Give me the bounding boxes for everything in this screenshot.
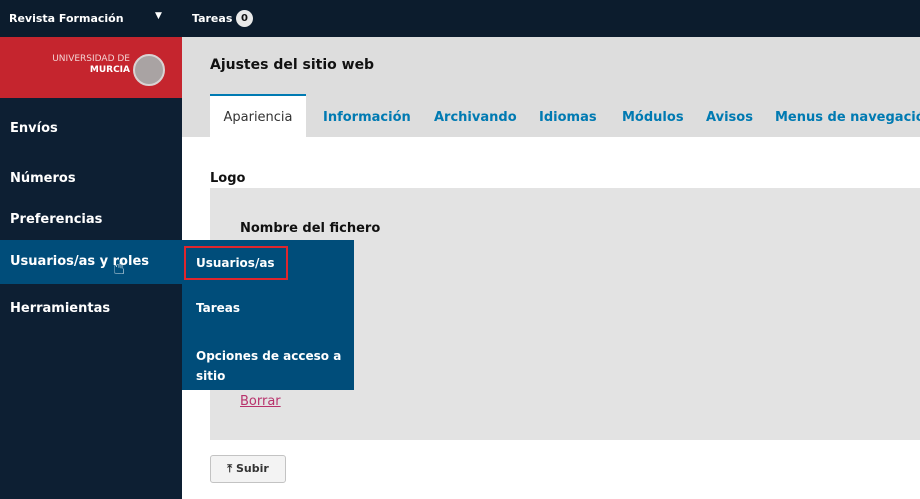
users-roles-submenu: Usuarios/as Tareas Opciones de acceso a … [182,240,354,390]
submenu-item-usuarios[interactable]: Usuarios/as [196,253,275,273]
sidebar-item-usuarios-roles[interactable]: Usuarios/as y roles [0,240,182,284]
sidebar-item-envios[interactable]: Envíos [0,119,182,139]
page-header: Ajustes del sitio web Apariencia Informa… [182,37,920,139]
delete-link[interactable]: Borrar [240,394,281,409]
tasks-link[interactable]: Tareas [192,0,232,37]
sidebar-item-numeros[interactable]: Números [0,169,182,189]
tab-modulos[interactable]: Módulos [622,96,684,139]
tab-menus-navegacion[interactable]: Menus de navegación [775,96,920,139]
submenu-item-tareas[interactable]: Tareas [196,298,240,318]
tab-apariencia[interactable]: Apariencia [210,94,306,139]
upload-button-label: Subir [235,462,269,475]
filename-label: Nombre del fichero [240,221,381,236]
sidebar-item-preferencias[interactable]: Preferencias [0,210,182,230]
tab-idiomas[interactable]: Idiomas [539,96,597,139]
tab-archivando[interactable]: Archivando [434,96,517,139]
caret-down-icon[interactable]: ▼ [155,11,162,21]
tab-avisos[interactable]: Avisos [706,96,753,139]
submenu-item-opciones-acceso[interactable]: Opciones de acceso a sitio [196,346,346,386]
upload-button[interactable]: ⤒ Subir [210,455,286,483]
journal-switcher[interactable]: Revista Formación [9,0,124,37]
section-title-logo: Logo [210,171,246,186]
hand-pointer-icon: ☝ [113,255,126,279]
university-seal-icon [133,54,165,86]
tasks-count-badge: 0 [236,10,253,27]
logo-line-2: MURCIA [89,65,130,75]
upload-icon: ⤒ [227,462,233,475]
page-title: Ajustes del sitio web [210,57,375,73]
university-logo[interactable]: UNIVERSIDAD DE MURCIA [0,37,182,98]
logo-line-1: UNIVERSIDAD DE [52,54,130,64]
tab-informacion[interactable]: Información [323,96,411,139]
logo-text: UNIVERSIDAD DE MURCIA [52,54,130,76]
sidebar-item-herramientas[interactable]: Herramientas [0,299,182,319]
top-bar: Revista Formación ▼ Tareas 0 [0,0,920,37]
sidebar: UNIVERSIDAD DE MURCIA Envíos Números Pre… [0,37,182,499]
